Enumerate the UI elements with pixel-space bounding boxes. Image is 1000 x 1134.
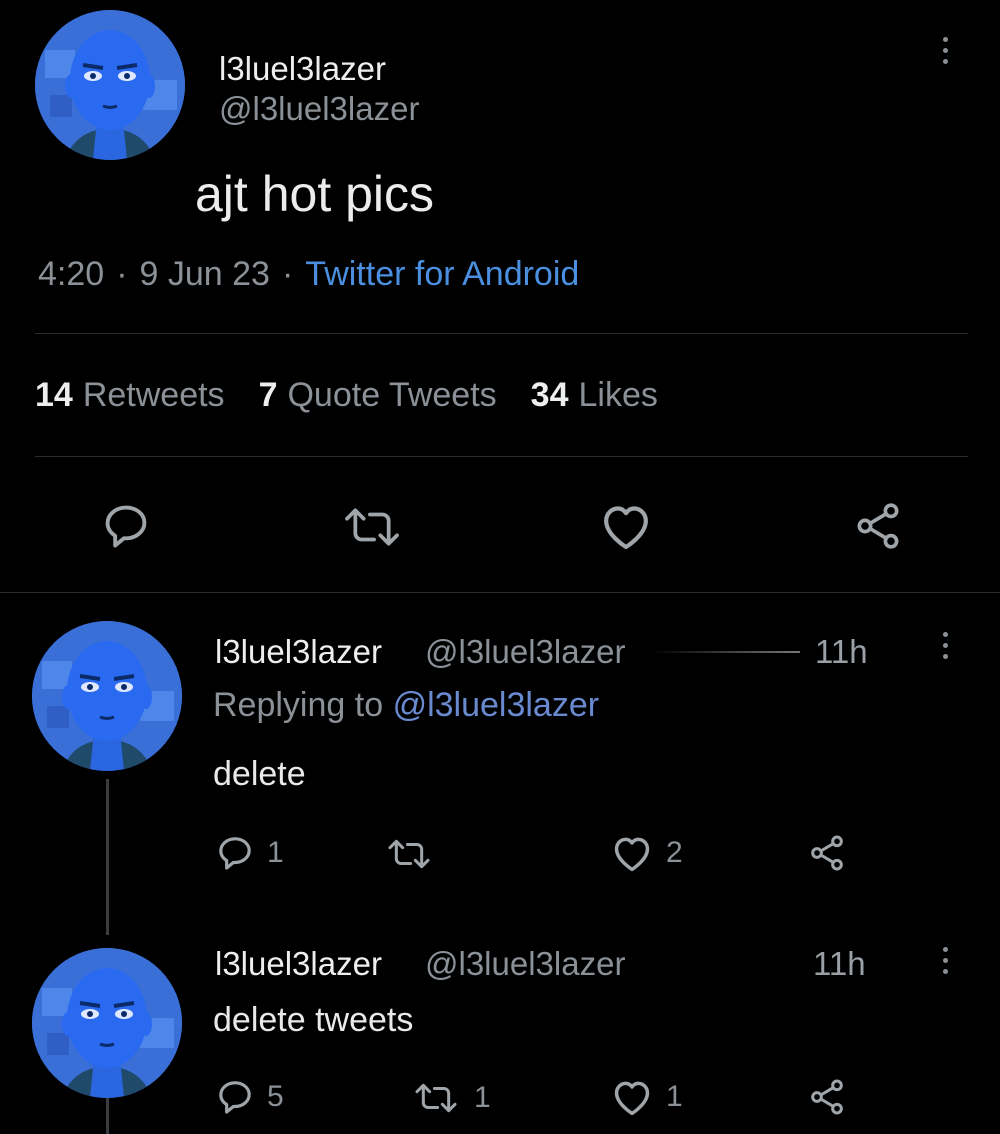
retweet-button[interactable] [383,835,447,873]
like-button[interactable]: 2 [610,833,683,873]
reply-count: 1 [267,836,284,869]
display-name[interactable]: l3luel3lazer [215,945,382,983]
user-handle[interactable]: @l3luel3lazer [425,633,625,671]
tweet-date: 9 Jun 23 [139,255,270,293]
thread-line [106,1098,109,1134]
reply-button[interactable]: 1 [215,833,284,873]
separator-dot: · [281,255,294,293]
reply-button[interactable] [100,500,152,552]
avatar-image [35,10,185,160]
heart-icon [614,837,650,872]
tweet-meta: 4:20 · 9 Jun 23 · Twitter for Android [38,255,579,294]
heart-icon [604,506,648,550]
reply-time: 11h [815,633,868,670]
tweet-source-link[interactable]: Twitter for Android [305,255,579,294]
share-icon [811,835,843,871]
separator-dot: · [116,255,128,293]
likes-stat[interactable]: 34 Likes [531,376,658,415]
retweet-button[interactable]: 1 [410,1079,491,1117]
divider [650,651,800,653]
share-button[interactable] [850,500,906,552]
more-options-icon[interactable] [930,935,960,985]
replying-to-handle[interactable]: @l3luel3lazer [393,686,600,724]
divider [0,592,1000,593]
more-options-icon[interactable] [930,25,960,75]
user-handle[interactable]: @l3luel3lazer [425,945,625,983]
reply-text: delete [213,755,306,793]
like-count: 2 [666,836,683,869]
reply-time: 11h [813,945,866,982]
replying-to: Replying to @l3luel3lazer [213,686,599,725]
retweet-icon [415,1083,457,1113]
like-count: 1 [666,1080,683,1113]
reply-icon [219,1081,251,1114]
retweets-stat[interactable]: 14 Retweets [35,376,225,415]
tweet-time: 4:20 [38,255,105,293]
avatar[interactable] [35,10,185,160]
reply-icon [105,505,147,548]
reply-button[interactable]: 5 [215,1077,284,1117]
reply-count: 5 [267,1080,284,1113]
replying-to-label: Replying to [213,686,384,724]
avatar-image [32,948,182,1098]
reply-text: delete tweets [213,1001,414,1039]
tweet-text: ajt hot pics [195,166,435,222]
display-name[interactable]: l3luel3lazer [215,633,382,671]
tweet-stats: 14 Retweets 7 Quote Tweets 34 Likes [35,376,658,415]
divider [35,333,968,334]
divider [35,456,968,457]
retweet-count: 1 [474,1081,491,1114]
avatar-image [32,621,182,771]
reply-icon [219,837,251,870]
avatar[interactable] [32,621,182,771]
avatar[interactable] [32,948,182,1098]
like-button[interactable]: 1 [610,1077,683,1117]
heart-icon [614,1081,650,1116]
retweet-icon [345,508,399,546]
share-icon [811,1079,843,1115]
share-button[interactable] [805,833,849,873]
thread-line [106,779,109,935]
share-icon [857,503,899,549]
more-options-icon[interactable] [930,620,960,670]
tweet-thread-screen: l3luel3lazer @l3luel3lazer ajt hot pics … [0,0,1000,1134]
user-handle[interactable]: @l3luel3lazer [219,90,419,128]
display-name[interactable]: l3luel3lazer [219,50,386,88]
like-button[interactable] [598,500,654,552]
quote-tweets-stat[interactable]: 7 Quote Tweets [259,376,497,415]
share-button[interactable] [805,1077,849,1117]
retweet-icon [388,839,430,869]
retweet-button[interactable] [340,502,404,552]
